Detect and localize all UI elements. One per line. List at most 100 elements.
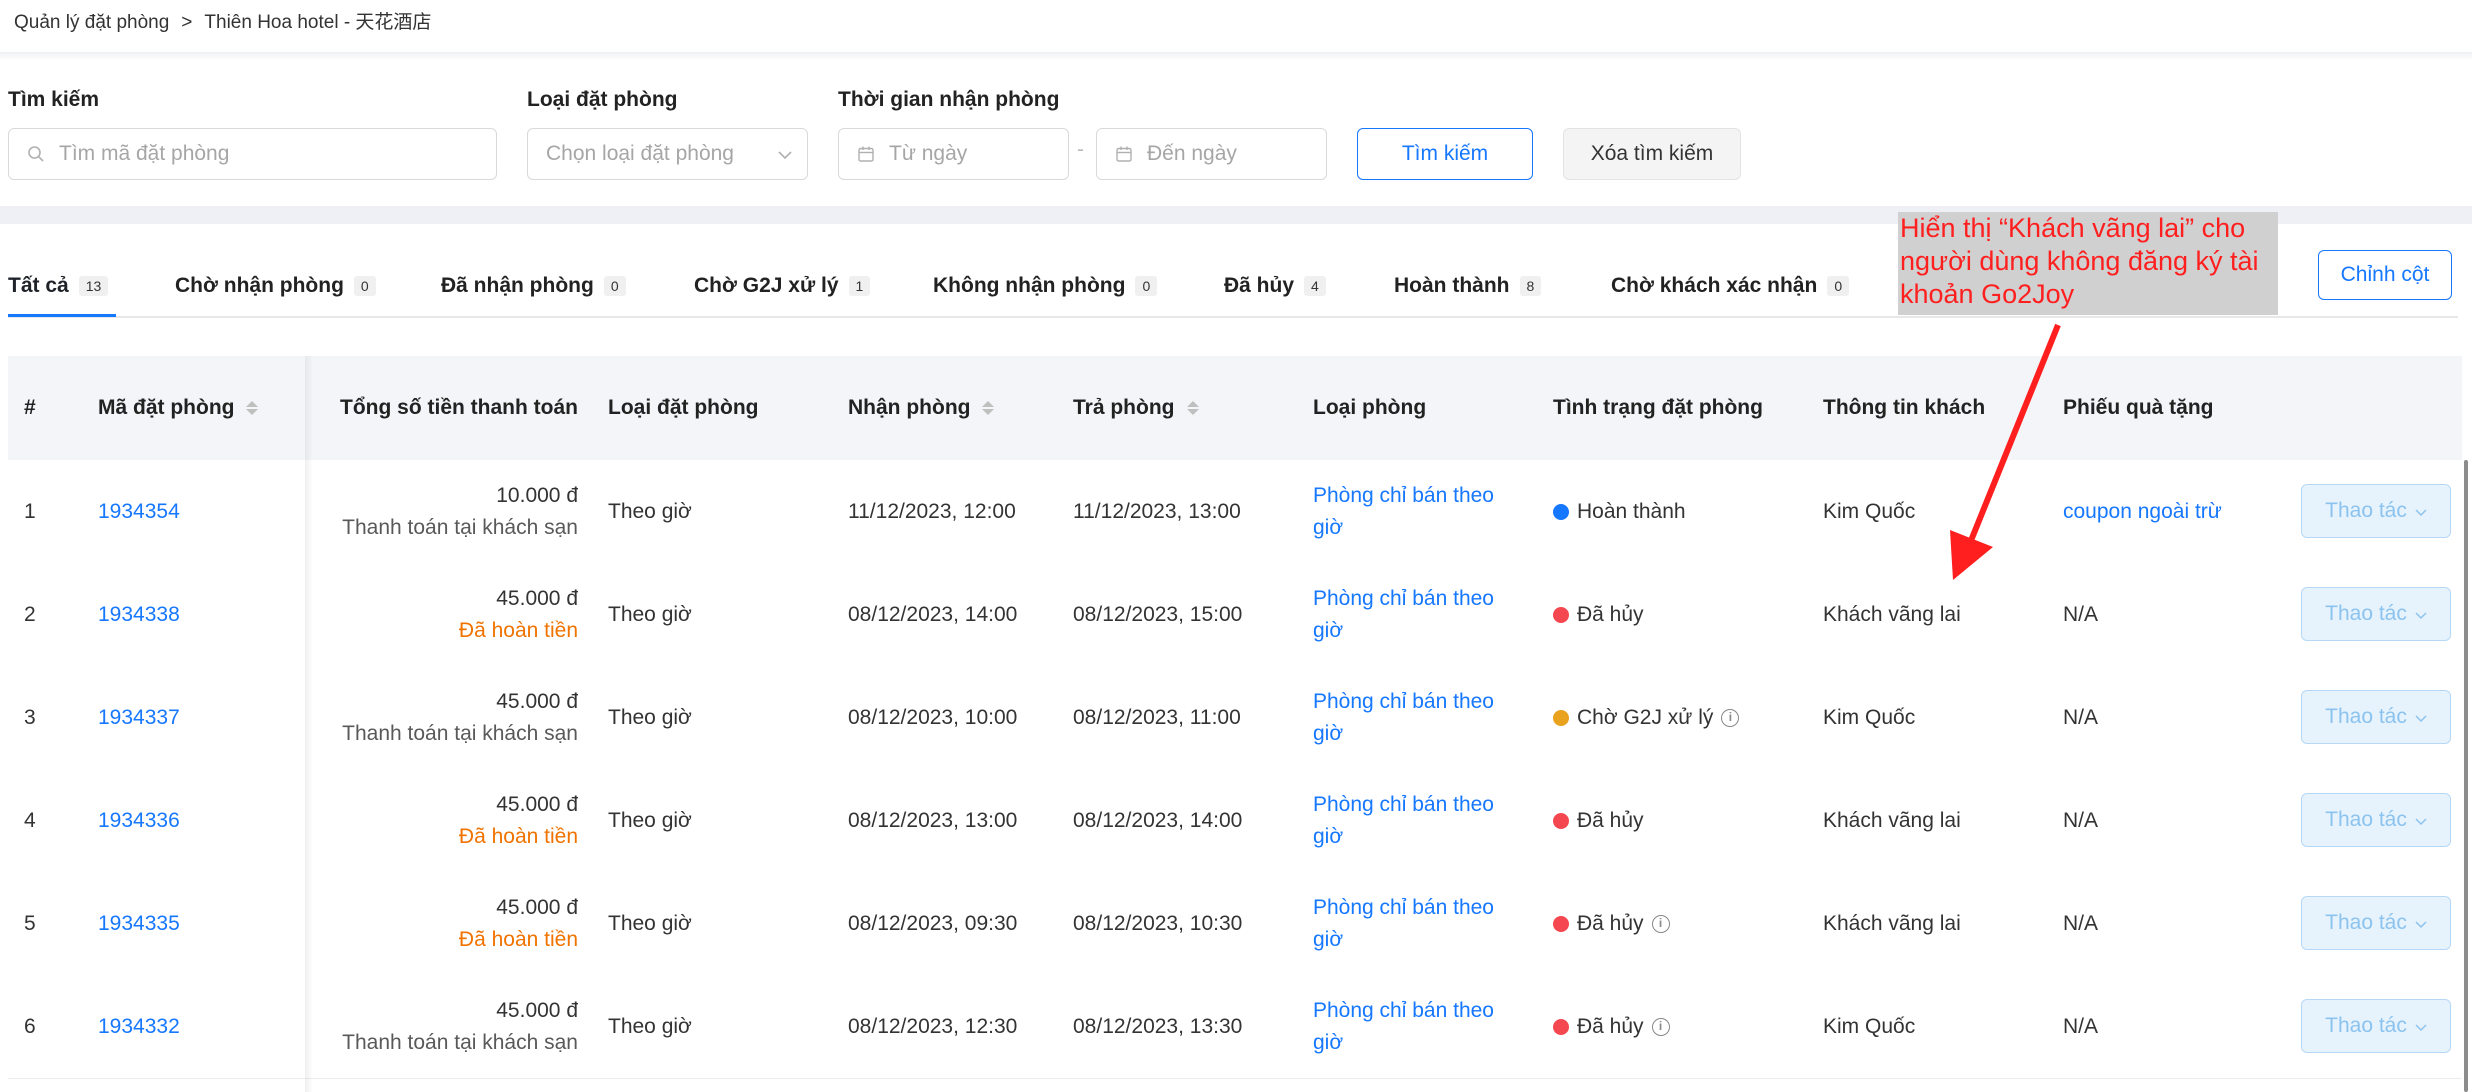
- booking-status: Hoàn thành: [1553, 460, 1686, 563]
- room-type-link[interactable]: Phòng chỉ bán theo giờ: [1313, 563, 1494, 666]
- action-label: Thao tác: [2325, 705, 2407, 728]
- room-type-link[interactable]: Phòng chỉ bán theo giờ: [1313, 460, 1494, 563]
- room-type-link[interactable]: Phòng chỉ bán theo giờ: [1313, 666, 1494, 769]
- action-dropdown-button[interactable]: Thao tác: [2301, 484, 2451, 538]
- clear-search-button[interactable]: Xóa tìm kiếm: [1563, 128, 1741, 180]
- room-type-link[interactable]: Phòng chỉ bán theo giờ: [1313, 872, 1494, 975]
- tab-label: Đã nhận phòng: [441, 274, 594, 297]
- action-dropdown-button[interactable]: Thao tác: [2301, 690, 2451, 744]
- vertical-scrollbar[interactable]: [2464, 460, 2468, 1092]
- table-row: 1 1934354 10.000 đ Thanh toán tại khách s…: [8, 460, 2462, 564]
- gift-voucher: N/A: [2063, 705, 2099, 729]
- room-type-line: giờ: [1313, 824, 1344, 848]
- payment-method: Đã hoàn tiền: [458, 618, 578, 642]
- booking-type: Theo giờ: [608, 602, 692, 626]
- info-icon[interactable]: i: [1651, 914, 1670, 933]
- action-label: Thao tác: [2325, 499, 2407, 522]
- gift-voucher: N/A: [2063, 911, 2099, 935]
- status-dot: [1553, 812, 1569, 829]
- info-icon[interactable]: i: [1651, 1017, 1670, 1036]
- action-label: Thao tác: [2325, 602, 2407, 625]
- table-row: 6 1934332 45.000 đ Thanh toán tại khách s…: [8, 975, 2462, 1079]
- tab-waiting-guest-confirm[interactable]: Chờ khách xác nhận 0: [1611, 274, 1850, 298]
- gift-voucher[interactable]: coupon ngoài trừ: [2063, 460, 2222, 563]
- chevron-down-icon: [2415, 499, 2427, 523]
- breadcrumb-separator: >: [181, 12, 193, 33]
- room-type-link[interactable]: Phòng chỉ bán theo giờ: [1313, 769, 1494, 872]
- chevron-down-icon: [2415, 911, 2427, 935]
- room-type-line: Phòng chỉ bán theo: [1313, 998, 1494, 1022]
- booking-status: Đã hủy i: [1553, 872, 1670, 975]
- edit-columns-button[interactable]: Chỉnh cột: [2318, 250, 2452, 300]
- booking-type-select[interactable]: Chọn loại đặt phòng: [527, 128, 808, 180]
- payment-method: Đã hoàn tiền: [458, 927, 578, 951]
- tab-label: Đã hủy: [1224, 274, 1295, 297]
- col-checkin[interactable]: Nhận phòng: [848, 356, 995, 460]
- room-type-line: giờ: [1313, 515, 1344, 539]
- tab-cancelled[interactable]: Đã hủy 4: [1224, 274, 1326, 298]
- tab-waiting-g2j[interactable]: Chờ G2J xử lý 1: [694, 274, 871, 298]
- payment-method: Thanh toán tại khách sạn: [342, 721, 578, 745]
- tab-waiting-checkin[interactable]: Chờ nhận phòng 0: [175, 274, 376, 298]
- action-dropdown-button[interactable]: Thao tác: [2301, 793, 2451, 847]
- room-type-line: Phòng chỉ bán theo: [1313, 586, 1494, 610]
- tab-checked-in[interactable]: Đã nhận phòng 0: [441, 274, 626, 298]
- booking-type: Theo giờ: [608, 808, 692, 832]
- breadcrumb-current: Thiên Hoa hotel - 天花酒店: [204, 12, 432, 33]
- active-tab-indicator: [8, 314, 116, 317]
- action-label: Thao tác: [2325, 808, 2407, 831]
- from-date-placeholder: Từ ngày: [889, 142, 968, 165]
- search-placeholder: Tìm mã đặt phòng: [59, 142, 230, 165]
- booking-type: Theo giờ: [608, 499, 692, 523]
- guest-info: Kim Quốc: [1823, 705, 1916, 729]
- tab-completed[interactable]: Hoàn thành 8: [1394, 274, 1542, 298]
- status-dot: [1553, 1018, 1569, 1035]
- tab-no-show[interactable]: Không nhận phòng 0: [933, 274, 1158, 298]
- room-type-line: Phòng chỉ bán theo: [1313, 689, 1494, 713]
- status-dot: [1553, 606, 1569, 623]
- status-label: Đã hủy: [1577, 808, 1644, 832]
- room-type-line: giờ: [1313, 721, 1344, 745]
- info-icon[interactable]: i: [1721, 708, 1740, 727]
- col-label: Trả phòng: [1073, 396, 1175, 419]
- col-label: Nhận phòng: [848, 396, 971, 419]
- search-label: Tìm kiếm: [8, 88, 100, 111]
- checkin-time: 11/12/2023, 12:00: [848, 499, 1016, 523]
- action-dropdown-button[interactable]: Thao tác: [2301, 999, 2451, 1053]
- guest-info: Khách vãng lai: [1823, 911, 1961, 935]
- checkout-time: 08/12/2023, 13:30: [1073, 1014, 1243, 1038]
- tab-count: 1: [848, 276, 871, 296]
- checkin-time: 08/12/2023, 09:30: [848, 911, 1018, 935]
- col-room-type: Loại phòng: [1313, 396, 1427, 419]
- status-dot: [1553, 915, 1569, 932]
- to-date-picker[interactable]: Đến ngày: [1096, 128, 1327, 180]
- search-input[interactable]: Tìm mã đặt phòng: [8, 128, 497, 180]
- status-dot: [1553, 709, 1569, 726]
- chevron-down-icon: [2415, 1014, 2427, 1038]
- amount: 45.000 đ: [496, 895, 578, 919]
- tab-label: Chờ khách xác nhận: [1611, 274, 1818, 297]
- col-checkout[interactable]: Trả phòng: [1073, 356, 1199, 460]
- tab-all[interactable]: Tất cả 13: [8, 274, 109, 298]
- payment-cell: 45.000 đ Đã hoàn tiền: [8, 872, 578, 975]
- table-row: 4 1934336 45.000 đ Đã hoàn tiền Theo giờ …: [8, 769, 2462, 873]
- guest-info: Khách vãng lai: [1823, 808, 1961, 832]
- room-type-link[interactable]: Phòng chỉ bán theo giờ: [1313, 975, 1494, 1078]
- from-date-picker[interactable]: Từ ngày: [838, 128, 1069, 180]
- action-dropdown-button[interactable]: Thao tác: [2301, 587, 2451, 641]
- calendar-icon: [1113, 143, 1135, 165]
- gift-voucher: N/A: [2063, 602, 2099, 626]
- calendar-icon: [855, 143, 877, 165]
- chevron-down-icon: [777, 142, 793, 166]
- tab-label: Tất cả: [8, 274, 69, 297]
- amount: 45.000 đ: [496, 998, 578, 1022]
- col-guest-info: Thông tin khách: [1823, 396, 1986, 419]
- checkout-time: 08/12/2023, 10:30: [1073, 911, 1243, 935]
- payment-cell: 10.000 đ Thanh toán tại khách sạn: [8, 460, 578, 563]
- sort-icon[interactable]: [1186, 401, 1199, 415]
- sort-icon[interactable]: [982, 401, 995, 415]
- booking-status: Đã hủy i: [1553, 975, 1670, 1078]
- search-button[interactable]: Tìm kiếm: [1357, 128, 1533, 180]
- action-dropdown-button[interactable]: Thao tác: [2301, 896, 2451, 950]
- breadcrumb-root[interactable]: Quản lý đặt phòng: [14, 8, 169, 48]
